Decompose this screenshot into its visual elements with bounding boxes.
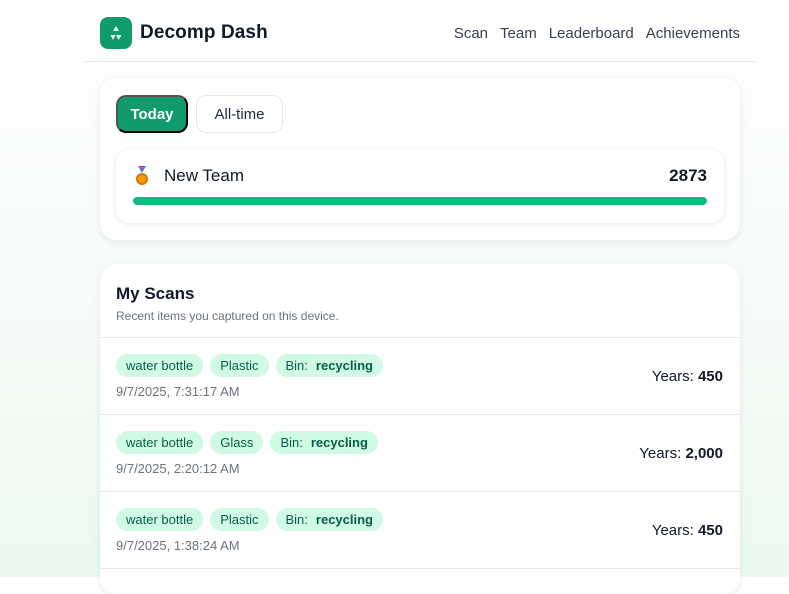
bin-chip: Bin: recycling [275, 508, 383, 531]
scan-timestamp: 9/7/2025, 7:31:17 AM [116, 384, 240, 399]
scan-timestamp: 9/7/2025, 1:38:24 AM [116, 538, 240, 553]
nav-leaderboard[interactable]: Leaderboard [549, 25, 634, 42]
bin-label: Bin: [285, 512, 308, 527]
bin-value: recycling [315, 512, 373, 527]
material-chip: Plastic [210, 508, 269, 531]
item-chip: water bottle [116, 354, 204, 377]
team-name: New Team [164, 166, 244, 185]
bin-label: Bin: [280, 435, 303, 450]
app-header: Decomp Dash Scan Team Leaderboard Achiev… [84, 5, 756, 62]
material-chip: Plastic [210, 354, 269, 377]
score-progress-bar [133, 197, 707, 205]
scan-years: Years: 450 [652, 522, 723, 539]
years-value: 450 [697, 367, 723, 385]
nav-team[interactable]: Team [500, 25, 537, 42]
item-chip: water bottle [116, 508, 204, 531]
scan-years: Years: 2,000 [639, 445, 723, 462]
scan-timestamp: 9/7/2025, 2:20:12 AM [116, 461, 240, 476]
bin-label: Bin: [285, 358, 308, 373]
medal-icon [133, 166, 151, 186]
recycle-logo-icon[interactable] [100, 17, 132, 49]
years-label: Years: [639, 444, 682, 462]
bin-chip: Bin: recycling [275, 354, 383, 377]
today-button[interactable]: Today [116, 95, 188, 133]
team-score-row: New Team 2873 [116, 149, 724, 223]
bin-chip: Bin: recycling [270, 431, 378, 454]
my-scans-card: My Scans Recent items you captured on th… [100, 264, 740, 594]
material-chip: Glass [210, 431, 264, 454]
top-nav: Scan Team Leaderboard Achievements [454, 25, 740, 42]
bin-value: recycling [315, 358, 373, 373]
scans-subtitle: Recent items you captured on this device… [116, 309, 339, 323]
years-label: Years: [651, 367, 694, 385]
item-chip: water bottle [116, 431, 204, 454]
period-toggle: Today All-time [116, 95, 724, 133]
nav-scan[interactable]: Scan [454, 25, 488, 42]
scans-title: My Scans [116, 284, 195, 303]
scan-row[interactable]: water bottle Plastic Bin: recycling 9/7/2… [100, 492, 740, 569]
years-value: 2,000 [685, 444, 723, 462]
scan-row[interactable]: water bottle Glass Bin: recycling 9/7/202… [100, 415, 740, 492]
score-progress-fill [133, 197, 707, 205]
alltime-button[interactable]: All-time [196, 95, 283, 133]
bin-value: recycling [310, 435, 368, 450]
leaderboard-card: Today All-time New Team 2873 [100, 78, 740, 240]
brand-title[interactable]: Decomp Dash [140, 22, 268, 44]
scan-row[interactable]: water bottle Plastic Bin: recycling 9/7/2… [100, 338, 740, 415]
nav-achievements[interactable]: Achievements [646, 25, 740, 42]
years-label: Years: [651, 521, 694, 539]
scans-header: My Scans Recent items you captured on th… [100, 264, 740, 338]
scan-years: Years: 450 [652, 368, 723, 385]
years-value: 450 [697, 521, 723, 539]
team-score: 2873 [669, 166, 707, 185]
